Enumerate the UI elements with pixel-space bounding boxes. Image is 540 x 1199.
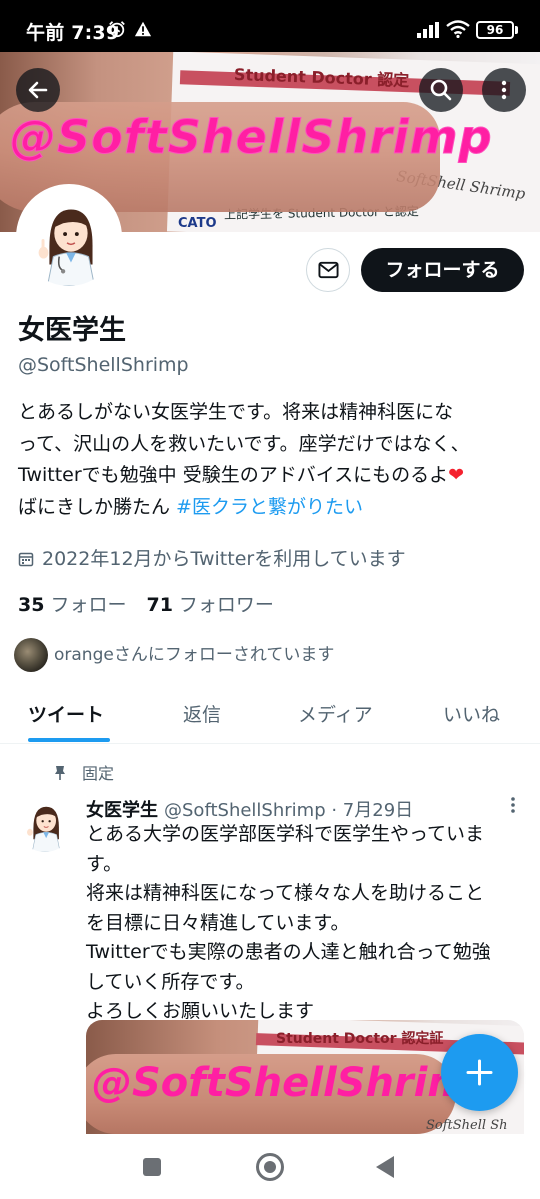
search-button[interactable] xyxy=(419,68,463,112)
tweet-author-avatar[interactable] xyxy=(16,794,74,852)
tab-media[interactable]: メディア xyxy=(298,700,373,727)
system-nav-bar xyxy=(0,1134,540,1199)
tweet-image-title: Student Doctor 認定証 xyxy=(276,1031,444,1047)
tab-tweets[interactable]: ツイート xyxy=(28,700,104,727)
battery-tip xyxy=(515,26,518,34)
profile-avatar[interactable] xyxy=(16,184,122,290)
followers-label: フォロワー xyxy=(178,594,274,616)
profile-bio: とあるしがない女医学生です。将来は精神科医にな って、沢山の人を救いたいです。座… xyxy=(18,397,530,523)
tab-likes[interactable]: いいね xyxy=(443,700,500,727)
tweet-line: す。 xyxy=(86,852,123,875)
tab-replies[interactable]: 返信 xyxy=(183,700,221,727)
following-link[interactable]: 35 フォロー xyxy=(18,594,126,616)
followed-by-row[interactable]: orangeさんにフォローされています xyxy=(14,638,334,672)
tweet-author-name[interactable]: 女医学生 xyxy=(86,800,158,821)
tweet-image-watermark: @SoftShellShrimp xyxy=(92,1060,498,1106)
bio-line: とあるしがない女医学生です。将来は精神科医にな xyxy=(18,401,454,423)
alarm-icon xyxy=(109,21,125,38)
active-tab-indicator xyxy=(28,738,110,742)
following-count: 35 xyxy=(18,594,45,616)
signal-icon xyxy=(417,22,439,38)
doctor-avatar-illustration xyxy=(16,794,74,852)
profile-tabs: ツイート 返信 メディア いいね xyxy=(0,686,540,744)
warning-icon xyxy=(134,21,152,37)
tweet-header: 女医学生 @SoftShellShrimp · 7月29日 xyxy=(86,796,413,822)
follow-button[interactable]: フォローする xyxy=(361,248,524,292)
profile-display-name: 女医学生 xyxy=(18,315,126,346)
pin-icon xyxy=(55,766,65,780)
message-button[interactable] xyxy=(306,248,350,292)
followers-link[interactable]: 71 フォロワー xyxy=(146,594,273,616)
doctor-avatar-illustration xyxy=(20,188,118,286)
plus-icon xyxy=(466,1059,493,1086)
back-nav-button[interactable] xyxy=(376,1156,394,1178)
search-icon xyxy=(430,79,452,101)
bio-line: Twitterでも勉強中 受験生のアドバイスにものるよ❤ xyxy=(18,460,530,492)
arrow-left-icon xyxy=(28,81,48,99)
status-time: 午前 7:39 xyxy=(26,22,120,44)
bio-line: って、沢山の人を救いたいです。座学だけではなく、 xyxy=(18,432,470,455)
tweet-line: とある大学の医学部医学科で医学生やっていま xyxy=(86,823,485,845)
tweet-meta: @SoftShellShrimp · 7月29日 xyxy=(164,800,414,821)
tweet-image-signature: SoftShell Sh xyxy=(426,1118,508,1133)
wifi-icon xyxy=(446,20,470,38)
bio-hashtag-link[interactable]: #医クラと繋がりたい xyxy=(176,496,363,518)
tweet-line: Twitterでも実際の患者の人達と触れ合って勉強 xyxy=(86,941,491,963)
heart-emoji: ❤ xyxy=(448,464,465,486)
status-bar: 午前 7:39 96 xyxy=(0,0,540,52)
pinned-text: 固定 xyxy=(82,764,115,783)
bio-text: Twitterでも勉強中 受験生のアドバイスにものるよ xyxy=(18,464,449,486)
follow-stats: 35 フォロー 71 フォロワー xyxy=(18,590,274,617)
followers-count: 71 xyxy=(146,594,173,616)
more-vertical-icon xyxy=(501,80,507,100)
tweet-line: していく所存です。 xyxy=(86,970,255,993)
home-button-dot xyxy=(264,1161,276,1173)
recents-button[interactable] xyxy=(143,1158,161,1176)
envelope-icon xyxy=(318,261,339,279)
back-button[interactable] xyxy=(16,68,60,112)
tweet-line: 将来は精神科医になって様々な人を助けること xyxy=(86,882,485,904)
follower-avatar xyxy=(14,638,48,672)
bio-line: ばにきしか勝たん #医クラと繋がりたい xyxy=(18,492,530,524)
banner-watermark: @SoftShellShrimp xyxy=(10,110,493,165)
tweet-text: とある大学の医学部医学科で医学生やっていま す。 将来は精神科医になって様々な人… xyxy=(86,820,526,1027)
followed-by-text: orangeさんにフォローされています xyxy=(54,645,335,665)
profile-handle: @SoftShellShrimp xyxy=(18,354,189,376)
tweet-line: を目標に日々精進しています。 xyxy=(86,911,350,934)
compose-tweet-button[interactable] xyxy=(441,1034,518,1111)
pinned-label: 固定 xyxy=(52,760,114,784)
banner-certificate-logo: CATO xyxy=(178,216,217,231)
following-label: フォロー xyxy=(50,594,127,616)
joined-text: 2022年12月からTwitterを利用しています xyxy=(42,548,406,570)
more-vertical-icon[interactable] xyxy=(506,794,520,818)
battery-indicator: 96 xyxy=(476,21,514,39)
joined-date: 2022年12月からTwitterを利用しています xyxy=(18,544,406,571)
more-options-button[interactable] xyxy=(482,68,526,112)
calendar-icon xyxy=(18,552,34,567)
bio-text: ばにきしか勝たん xyxy=(18,495,177,518)
